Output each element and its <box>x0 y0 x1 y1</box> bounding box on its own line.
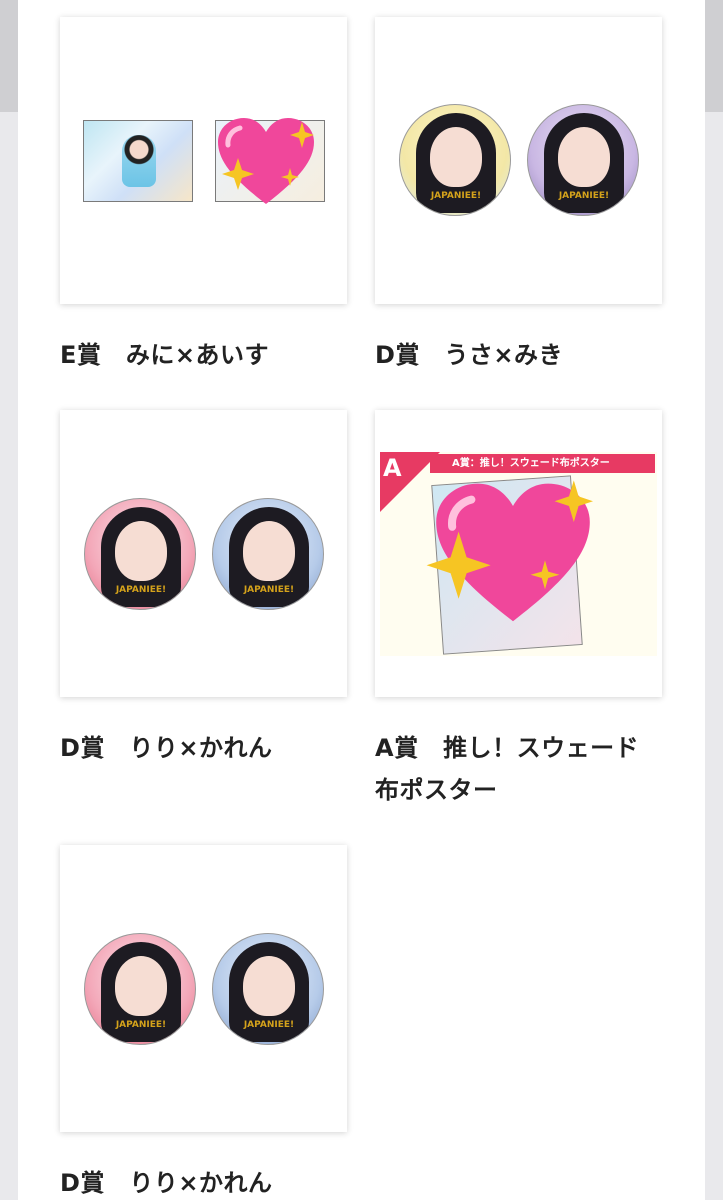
can-badge-image: JAPANIEE! <box>527 104 639 216</box>
prize-title: D賞 うさ×みき <box>375 341 564 369</box>
sparkling-heart-icon <box>423 474 603 634</box>
prize-card-d-riri-karen[interactable]: JAPANIEE! JAPANIEE! D賞 りり×かれん <box>60 410 347 769</box>
sparkling-heart-icon <box>210 112 322 212</box>
can-badge-image: JAPANIEE! <box>212 933 324 1045</box>
prize-card-d-riri-karen[interactable]: JAPANIEE! JAPANIEE! D賞 りり×かれん <box>60 845 347 1200</box>
prize-thumbnail: JAPANIEE! JAPANIEE! <box>60 845 347 1132</box>
prize-title: E賞 みに×あいす <box>60 341 270 369</box>
poster-banner: A賞：推し！スウェード布ポスター <box>430 454 655 473</box>
can-badge-image: JAPANIEE! <box>84 498 196 610</box>
prize-title: D賞 りり×かれん <box>60 1169 273 1197</box>
prize-card-e-mini-aisu[interactable]: E賞 みに×あいす <box>60 17 347 376</box>
prize-thumbnail: JAPANIEE! JAPANIEE! <box>375 17 662 304</box>
photo-card-image <box>83 120 193 202</box>
prize-thumbnail <box>60 17 347 304</box>
left-backdrop <box>0 0 18 112</box>
poster-corner-label: A <box>383 454 402 482</box>
prize-card-d-usa-miki[interactable]: JAPANIEE! JAPANIEE! D賞 うさ×みき <box>375 17 662 376</box>
prize-title: D賞 りり×かれん <box>60 734 273 762</box>
prize-thumbnail: A賞：推し！スウェード布ポスター A <box>375 410 662 697</box>
can-badge-image: JAPANIEE! <box>399 104 511 216</box>
prize-thumbnail: JAPANIEE! JAPANIEE! <box>60 410 347 697</box>
prize-title: A賞 推し！スウェード布ポスター <box>375 734 640 804</box>
prize-grid: E賞 みに×あいす JAPANIEE! JAPANIEE! D賞 うさ×みき J… <box>18 0 705 1200</box>
right-backdrop <box>705 0 723 112</box>
can-badge-image: JAPANIEE! <box>212 498 324 610</box>
can-badge-image: JAPANIEE! <box>84 933 196 1045</box>
prize-card-a-poster[interactable]: A賞：推し！スウェード布ポスター A A賞 推し！スウェード布ポスター <box>375 410 662 811</box>
